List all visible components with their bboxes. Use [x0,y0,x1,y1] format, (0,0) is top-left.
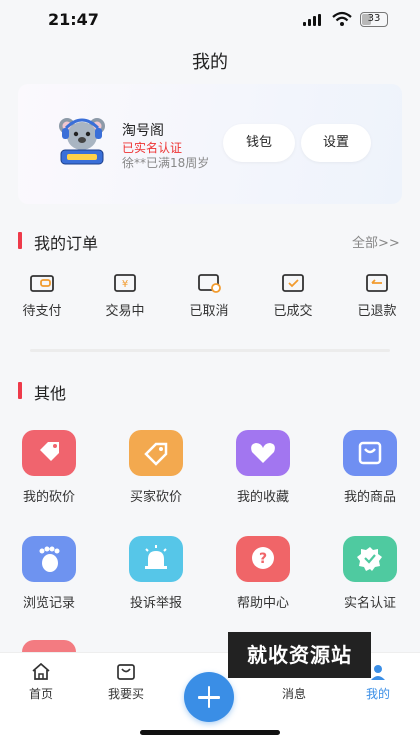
order-label: 交易中 [105,304,145,319]
tag-icon [22,430,76,476]
tile-my-bargains[interactable]: 我的砍价 [7,430,91,505]
price-tag-icon [129,430,183,476]
tile-label: 帮助中心 [236,596,289,611]
tile-real-name-verification[interactable]: 实名认证 [328,536,412,611]
status-bar: 21:47 33 [0,0,420,40]
wifi-icon [332,11,352,26]
view-all-orders-link[interactable]: 全部>> [352,232,400,251]
help-icon: ? [236,536,290,582]
age-status: 徐**已满18周岁 [122,156,210,170]
tile-label: 我的收藏 [236,490,289,505]
tab-home[interactable]: 首页 [6,663,76,702]
user-icon [371,665,385,680]
tile-browse-history[interactable]: 浏览记录 [7,536,91,611]
heart-icon [236,430,290,476]
order-label: 已退款 [357,304,397,319]
wallet-icon [30,275,54,292]
order-refunded[interactable]: 已退款 [342,272,412,319]
tab-label: 消息 [281,687,306,701]
order-label: 待支付 [22,304,62,319]
footprint-icon [22,536,76,582]
profile-card: 淘号阁 已实名认证 徐**已满18周岁 钱包 设置 [18,84,402,204]
battery-indicator: 33 [360,12,388,27]
svg-text:?: ? [259,551,267,567]
cancel-box-icon [198,274,221,293]
tile-report[interactable]: 投诉举报 [114,536,198,611]
home-icon [32,663,50,680]
tile-label: 浏览记录 [22,596,75,611]
home-indicator [140,730,280,735]
koala-avatar[interactable] [58,114,106,166]
watermark: 就收资源站 [228,632,371,678]
page-title: 我的 [192,52,228,73]
tile-my-favorites[interactable]: 我的收藏 [221,430,305,505]
tile-label: 我的商品 [343,490,396,505]
verified-icon [343,536,397,582]
order-label: 已取消 [189,304,229,319]
tab-want-to-buy[interactable]: 我要买 [91,663,161,702]
svg-text:¥: ¥ [122,279,128,290]
alarm-icon [129,536,183,582]
tile-label: 我的砍价 [22,490,75,505]
buy-icon [117,664,135,680]
order-in-progress[interactable]: ¥ 交易中 [90,272,160,319]
tile-help-center[interactable]: ? 帮助中心 [221,536,305,611]
tile-label: 投诉举报 [129,596,182,611]
tile-my-products[interactable]: 我的商品 [328,430,412,505]
battery-level: 33 [367,13,381,24]
refund-icon [366,274,388,292]
signal-icon [303,14,323,26]
shop-bag-icon [343,430,397,476]
tile-label: 实名认证 [343,596,396,611]
order-cancelled[interactable]: 已取消 [174,272,244,319]
section-divider [30,349,390,352]
tab-label: 首页 [28,687,53,701]
publish-plus-button[interactable] [184,672,234,722]
order-label: 已成交 [273,304,313,319]
others-title: 其他 [34,384,67,403]
order-completed[interactable]: 已成交 [258,272,328,319]
tab-label: 我要买 [107,687,144,701]
tab-label: 我的 [365,687,390,701]
orders-title: 我的订单 [34,234,99,253]
username: 淘号阁 [122,123,164,139]
check-box-icon [282,274,304,292]
order-pending-payment[interactable]: 待支付 [7,272,77,319]
settings-button[interactable]: 设置 [301,124,371,162]
yen-icon: ¥ [114,274,136,292]
tile-buyer-bargains[interactable]: 买家砍价 [114,430,198,505]
status-time: 21:47 [48,10,99,29]
wallet-button[interactable]: 钱包 [223,124,295,162]
tile-label: 买家砍价 [129,490,182,505]
